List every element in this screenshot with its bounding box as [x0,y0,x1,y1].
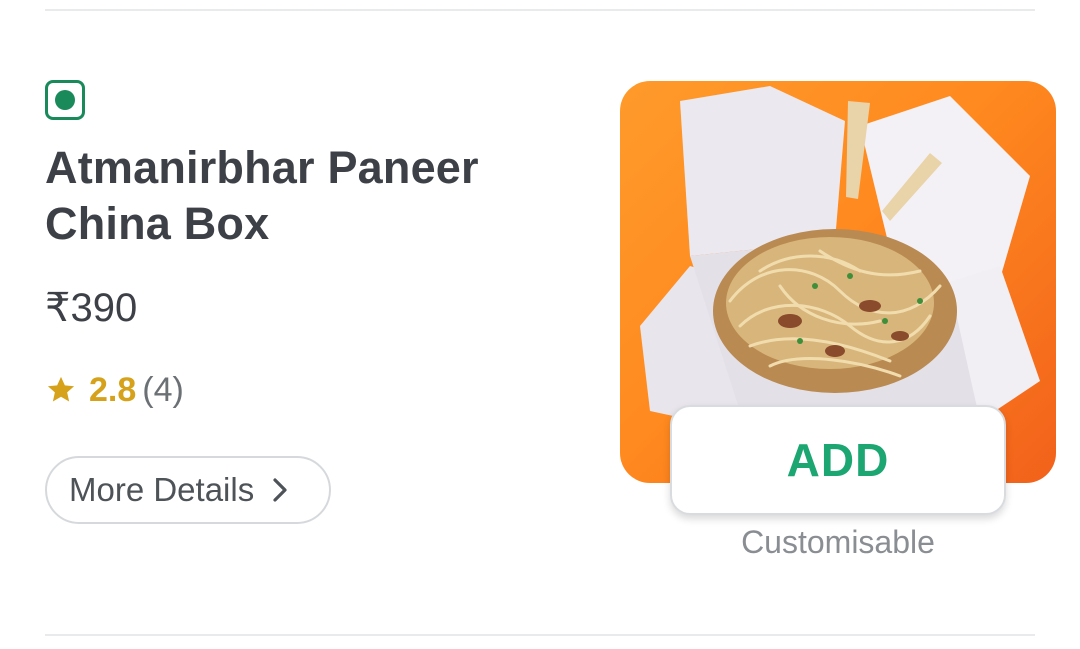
veg-icon [45,80,85,120]
chevron-right-icon [273,478,287,502]
star-icon [47,376,75,402]
rating: 2.8 (4) [45,370,184,410]
bottom-divider [45,634,1035,636]
more-details-button[interactable]: More Details [45,456,331,524]
top-divider [45,9,1035,11]
customisable-label: Customisable [741,524,935,560]
more-details-label: More Details [69,471,255,508]
rating-count: (4) [142,370,184,409]
add-button[interactable]: ADD [670,405,1006,515]
rating-value: 2.8 [89,370,137,409]
dish-price: ₹390 [45,286,138,330]
dish-name: Atmanirbhar Paneer China Box [45,142,479,249]
add-button-label: ADD [786,434,890,486]
